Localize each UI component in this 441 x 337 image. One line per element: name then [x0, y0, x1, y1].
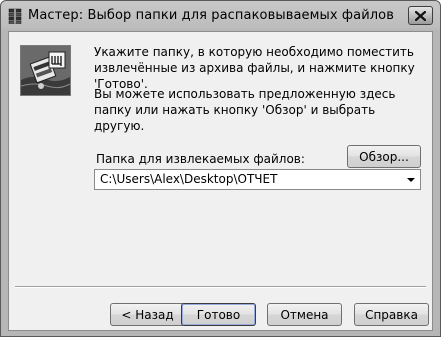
winrar-logo — [20, 45, 71, 96]
close-icon — [414, 6, 427, 25]
title-bar[interactable]: Мастер: Выбор папки для распаковываемых … — [1, 1, 440, 31]
dropdown-arrow-icon[interactable] — [407, 178, 415, 182]
instruction-text: Укажите папку, в которую необходимо поме… — [94, 45, 415, 91]
hint-text: Вы можете использовать предложенную здес… — [94, 87, 396, 133]
wizard-window: Мастер: Выбор папки для распаковываемых … — [0, 0, 441, 337]
dialog-body: Укажите папку, в которую необходимо поме… — [8, 31, 433, 331]
help-button[interactable]: Справка — [354, 303, 429, 326]
divider — [15, 286, 426, 288]
folder-path-value[interactable]: C:\Users\Alex\Desktop\ОТЧЕТ — [100, 172, 277, 186]
folder-label: Папка для извлекаемых файлов: — [96, 152, 305, 166]
finish-button[interactable]: Готово — [181, 303, 256, 326]
folder-path-combobox[interactable]: C:\Users\Alex\Desktop\ОТЧЕТ — [94, 169, 421, 190]
cancel-button[interactable]: Отмена — [267, 303, 342, 326]
back-button[interactable]: < Назад — [110, 303, 185, 326]
archive-books-icon — [7, 8, 23, 24]
window-title: Мастер: Выбор папки для распаковываемых … — [28, 8, 394, 23]
close-button[interactable] — [408, 6, 433, 25]
browse-button[interactable]: Обзор... — [347, 145, 421, 168]
